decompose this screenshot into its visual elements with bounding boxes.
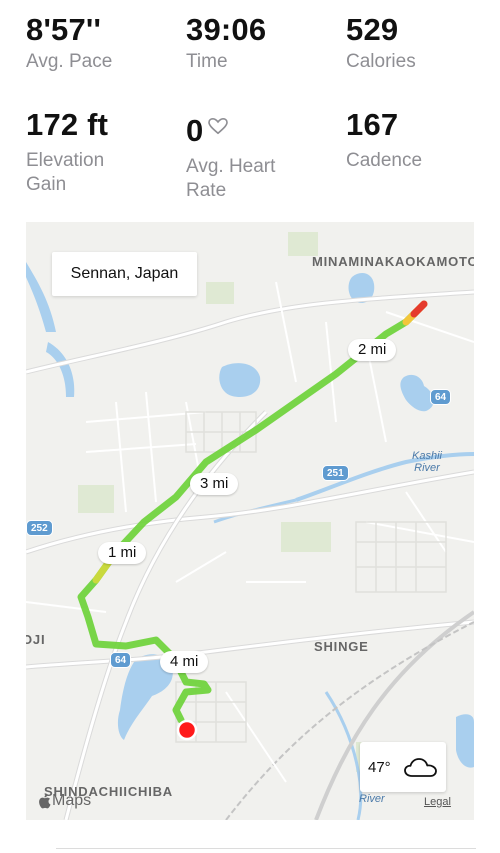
road-shield-64-east: 64 [430,389,452,405]
elevation-label-line1: Elevation [26,150,105,171]
apple-logo-icon [38,793,52,809]
route-end-marker [176,719,198,741]
river-word: River [414,462,440,474]
heart-rate-label-line1: Avg. Heart [186,156,276,177]
heart-rate-value: 0 [186,113,204,148]
avg-pace-value: 8'57'' [26,12,102,47]
elevation-gain-value: 172 ft [26,107,109,142]
stat-avg-pace: 8'57'' Avg. Pace [26,12,186,74]
place-oji: OJI [26,632,46,647]
elevation-label-line2: Gain [26,174,67,195]
legal-link[interactable]: Legal [424,796,451,808]
maps-wordmark: Maps [52,792,92,809]
cadence-value: 167 [346,107,399,142]
road-shield-252: 252 [26,520,53,536]
calories-value: 529 [346,12,399,47]
cloud-icon [403,755,439,779]
road-shield-64-west: 64 [110,652,132,668]
heart-rate-value-row: 0 [186,107,346,149]
location-label: Sennan, Japan [52,252,197,296]
time-label: Time [186,51,228,72]
kashii-word: Kashii [412,450,442,462]
calories-label: Calories [346,51,416,72]
heart-outline-icon [207,107,229,143]
stat-time: 39:06 Time [186,12,346,74]
mile-marker-1: 1 mi [98,542,147,564]
stat-avg-heart-rate: 0 Avg. Heart Rate [186,107,346,203]
water-label-river: River [359,793,385,805]
apple-maps-attribution: Maps [38,792,91,810]
road-shield-251: 251 [322,465,349,481]
water-label-kashii-river: Kashii River [412,450,442,474]
mile-marker-4: 4 mi [160,651,209,673]
stat-elevation-gain: 172 ft Elevation Gain [26,107,186,197]
mile-marker-3: 3 mi [190,473,239,495]
elevation-gain-label: Elevation Gain [26,149,186,197]
heart-rate-label: Avg. Heart Rate [186,155,346,203]
place-minaminakaokamoto: MINAMINAKAOKAMOTO [312,254,474,269]
place-shinge: SHINGE [314,639,369,654]
map-canvas[interactable] [26,222,474,820]
route-map[interactable]: Sennan, Japan MINAMINAKAOKAMOTO SHINGE S… [26,222,474,820]
cadence-label: Cadence [346,150,423,171]
section-divider [56,848,476,849]
weather-badge: 47° [360,742,446,792]
time-value: 39:06 [186,12,267,47]
heart-rate-label-line2: Rate [186,180,227,201]
stat-cadence: 167 Cadence [346,107,500,173]
weather-temperature: 47° [368,758,391,776]
stat-calories: 529 Calories [346,12,500,74]
mile-marker-2: 2 mi [348,339,397,361]
avg-pace-label: Avg. Pace [26,51,113,72]
